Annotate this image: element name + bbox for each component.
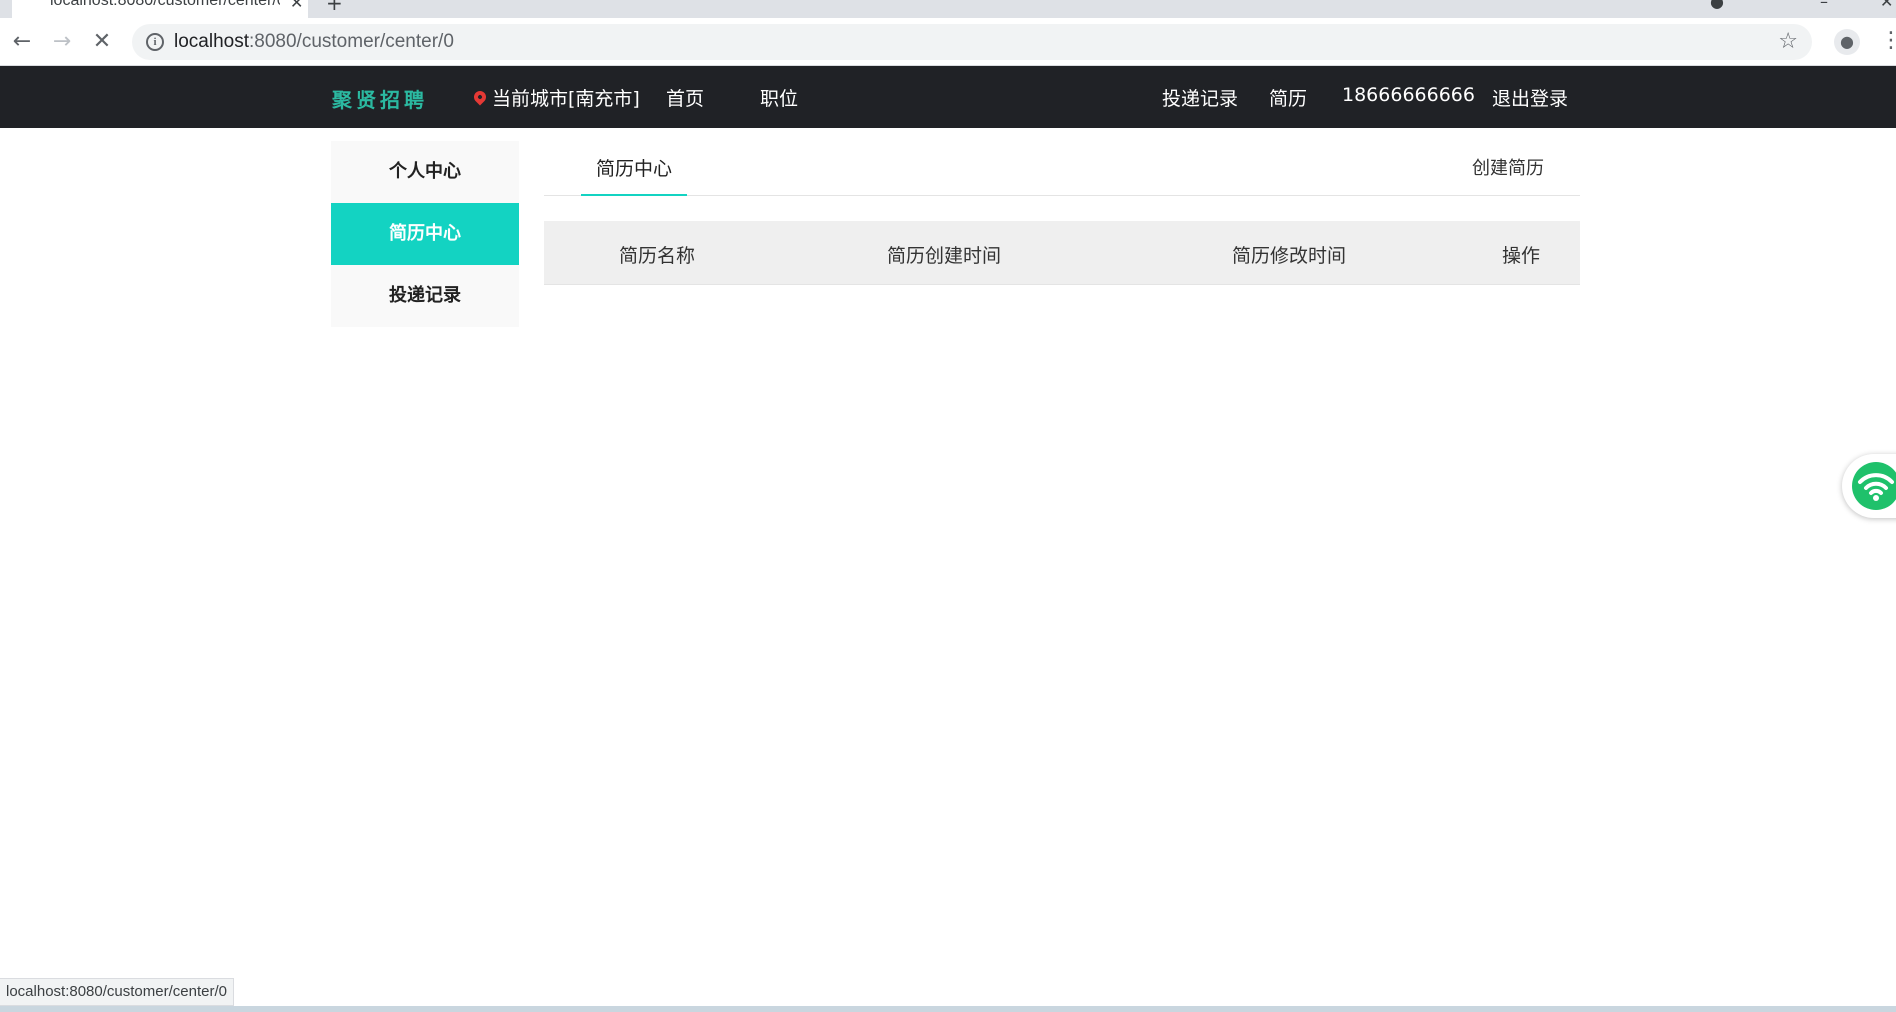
site-info-icon[interactable]: i — [146, 33, 164, 51]
back-arrow-icon[interactable]: ← — [8, 28, 36, 56]
user-phone[interactable]: 18666666666 — [1342, 84, 1475, 106]
sidebar: 个人中心 简历中心 投递记录 — [331, 141, 519, 327]
logout-link[interactable]: 退出登录 — [1492, 84, 1568, 111]
url-text[interactable]: localhost:8080/customer/center/0 — [174, 31, 454, 53]
account-indicator-icon[interactable]: ● — [1710, 0, 1724, 11]
minimize-icon[interactable]: – — [1820, 0, 1828, 11]
tab-close-icon[interactable]: ✕ — [290, 0, 303, 12]
site-logo[interactable]: 聚贤招聘 — [332, 84, 428, 113]
browser-tab-strip: localhost:8080/customer/center/0 ✕ + ● –… — [0, 0, 1896, 18]
nav-home[interactable]: 首页 — [666, 84, 704, 111]
nav-jobs[interactable]: 职位 — [760, 84, 798, 111]
sidebar-item-applications[interactable]: 投递记录 — [331, 265, 519, 327]
profile-avatar-icon[interactable]: ● — [1834, 29, 1860, 55]
sidebar-item-resume-center[interactable]: 简历中心 — [331, 203, 519, 265]
wifi-icon — [1852, 462, 1896, 510]
nav-resume[interactable]: 简历 — [1269, 84, 1307, 111]
browser-menu-icon[interactable]: ⋮ — [1880, 28, 1896, 53]
browser-tab[interactable]: localhost:8080/customer/center/0 ✕ — [12, 0, 308, 18]
address-bar[interactable]: i localhost:8080/customer/center/0 ☆ — [132, 24, 1812, 60]
close-window-icon[interactable]: ✕ — [1880, 0, 1893, 11]
stop-loading-icon[interactable]: ✕ — [88, 28, 116, 56]
bookmark-star-icon[interactable]: ☆ — [1778, 29, 1798, 54]
sidebar-item-personal-center[interactable]: 个人中心 — [331, 141, 519, 203]
column-header-actions: 操作 — [1502, 245, 1541, 267]
location-pin-icon — [471, 88, 489, 106]
current-city-label: 当前城市[南充市] — [492, 88, 640, 110]
nav-applications[interactable]: 投递记录 — [1162, 84, 1238, 111]
current-city[interactable]: 当前城市[南充市] — [471, 84, 640, 111]
create-resume-link[interactable]: 创建简历 — [1472, 154, 1544, 180]
site-header: 聚贤招聘 当前城市[南充市] 首页 职位 投递记录 简历 18666666666… — [0, 66, 1896, 128]
browser-tab-title: localhost:8080/customer/center/0 — [50, 0, 280, 9]
column-header-created-time: 简历创建时间 — [887, 245, 1002, 267]
tab-resume-center[interactable]: 简历中心 — [581, 146, 687, 196]
floating-network-widget[interactable] — [1842, 454, 1896, 518]
taskbar-edge — [0, 1006, 1896, 1012]
column-header-resume-name: 简历名称 — [619, 245, 696, 267]
forward-arrow-icon[interactable]: → — [48, 28, 76, 56]
resume-table-header: 简历名称 简历创建时间 简历修改时间 操作 — [544, 221, 1580, 285]
content-tab-bar: 简历中心 创建简历 — [544, 146, 1580, 196]
column-header-modified-time: 简历修改时间 — [1232, 245, 1347, 267]
new-tab-icon[interactable]: + — [326, 0, 343, 15]
browser-status-bar: localhost:8080/customer/center/0 — [0, 978, 234, 1006]
browser-toolbar: ← → ✕ i localhost:8080/customer/center/0… — [0, 18, 1896, 66]
